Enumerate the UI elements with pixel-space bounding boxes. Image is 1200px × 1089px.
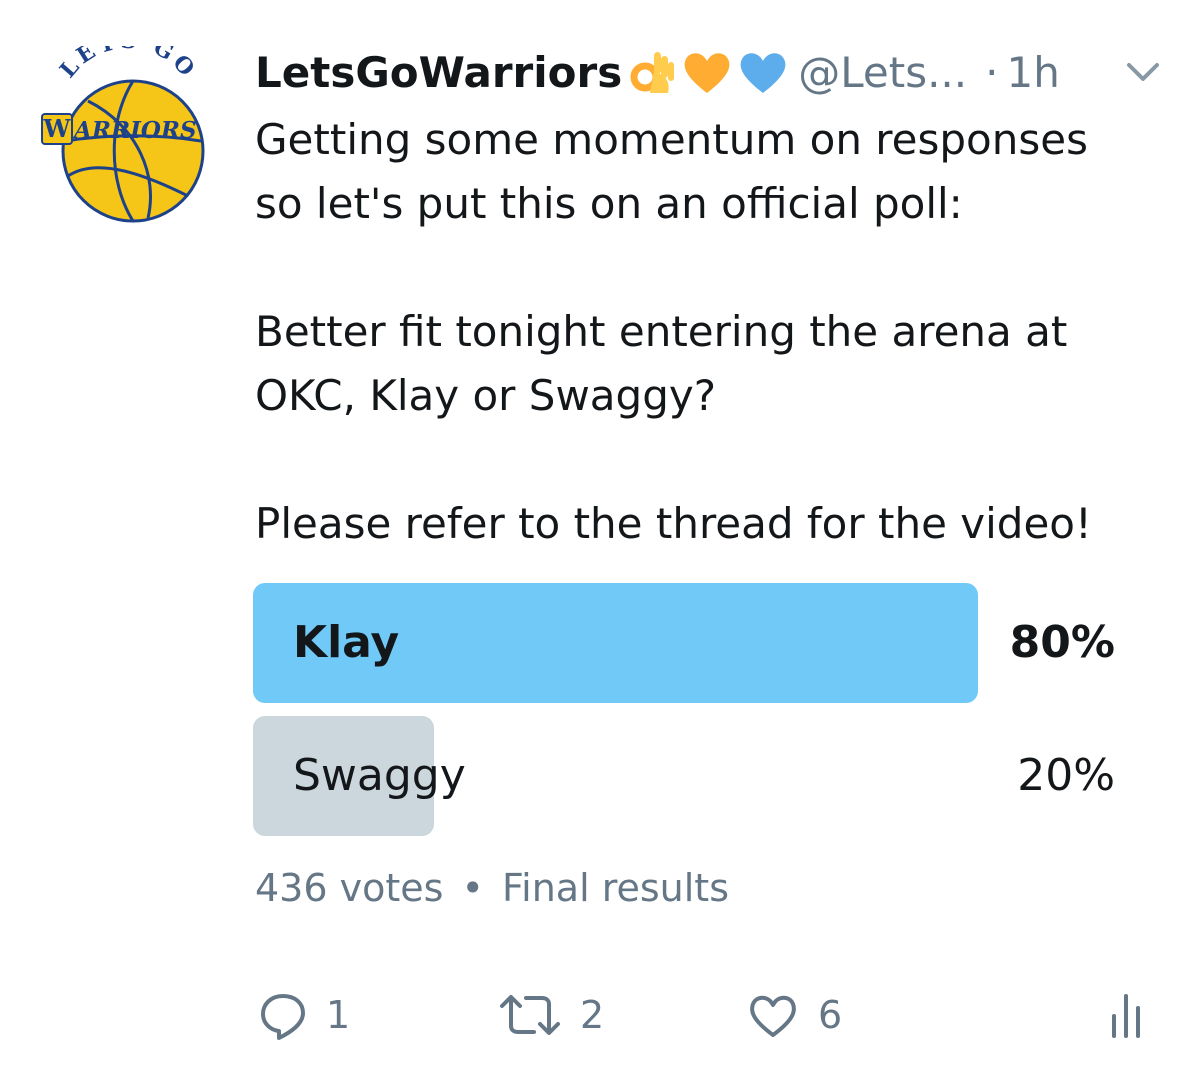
tweet-text-line: Getting some momentum on responses: [255, 115, 1088, 164]
avatar-main-text: ARRIORS: [72, 117, 197, 144]
reply-icon: [261, 994, 305, 1040]
tweet-header: LetsGoWarriors @Lets... · 1h: [255, 44, 1175, 100]
tweet-text-line: Better fit tonight entering the arena at: [255, 307, 1068, 356]
reply-count: 1: [326, 993, 351, 1037]
poll-option-percent: 80%: [1009, 617, 1115, 668]
name-emojis: [628, 47, 790, 97]
analytics-button[interactable]: [1108, 985, 1144, 1045]
poll-option-percent: 20%: [1017, 750, 1115, 801]
avatar-letter: W: [43, 114, 72, 143]
poll-option-swaggy: Swaggy 20%: [253, 716, 1115, 836]
poll-footer: 436 votes • Final results: [255, 866, 729, 910]
tweet-actions: 1 2 6: [0, 985, 1200, 1045]
poll-option-klay: Klay 80%: [253, 583, 1115, 703]
retweet-icon: [500, 995, 560, 1035]
more-options-button[interactable]: [1123, 52, 1163, 92]
avatar-top-text: LETS GO: [55, 28, 198, 85]
poll-option-label: Klay: [293, 617, 400, 668]
tweet-text-line: so let's put this on an official poll:: [255, 179, 963, 228]
poll-status: Final results: [502, 866, 730, 910]
poll-vote-count: 436 votes: [255, 866, 444, 910]
retweet-count: 2: [580, 993, 605, 1037]
poll-footer-separator: •: [461, 866, 484, 910]
like-count: 6: [818, 993, 843, 1037]
lets-go-warriors-logo: LETS GO W ARRIORS: [41, 28, 205, 223]
blue-heart-emoji-icon: [740, 53, 786, 93]
display-name[interactable]: LetsGoWarriors: [255, 48, 622, 97]
reply-button[interactable]: 1: [258, 985, 350, 1045]
ok-hand-emoji-icon: [630, 52, 675, 93]
avatar[interactable]: LETS GO W ARRIORS: [38, 28, 218, 226]
chevron-down-icon: [1127, 63, 1159, 81]
retweet-button[interactable]: 2: [498, 985, 604, 1045]
poll-option-label: Swaggy: [293, 750, 466, 801]
tweet-text-line: OKC, Klay or Swaggy?: [255, 371, 717, 420]
heart-icon: [750, 995, 796, 1037]
time-separator: ·: [985, 47, 999, 97]
like-button[interactable]: 6: [746, 985, 842, 1045]
yellow-heart-emoji-icon: [684, 53, 730, 93]
user-handle[interactable]: @Lets...: [798, 48, 967, 97]
tweet-text-line: Please refer to the thread for the video…: [255, 499, 1092, 548]
analytics-icon: [1112, 994, 1140, 1038]
svg-text:LETS GO: LETS GO: [55, 46, 202, 84]
tweet-text: Getting some momentum on responses so le…: [255, 108, 1175, 556]
timestamp[interactable]: 1h: [1006, 48, 1059, 97]
